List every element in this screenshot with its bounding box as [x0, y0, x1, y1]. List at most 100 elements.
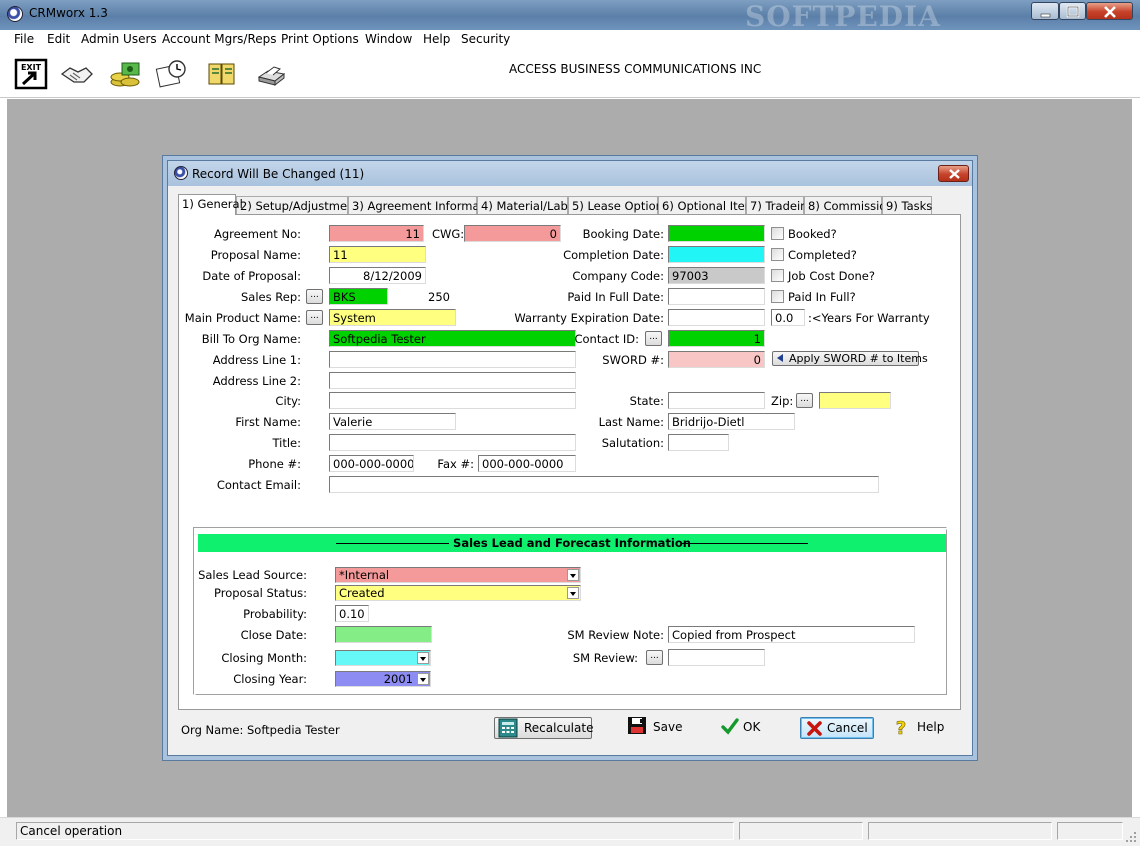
tab-optional-items[interactable]: 6) Optional Items: [658, 196, 762, 214]
help-button[interactable]: ? Help: [893, 717, 945, 739]
warranty-years-field[interactable]: 0.0: [771, 309, 805, 326]
tab-tradein[interactable]: 7) Tradein: [746, 196, 807, 214]
cwg-label: CWG:: [432, 227, 465, 241]
ok-button[interactable]: OK: [720, 717, 770, 739]
sword-field[interactable]: 0: [668, 351, 765, 368]
chevron-down-icon[interactable]: [567, 587, 579, 599]
printer-icon[interactable]: [254, 58, 288, 90]
help-label: Help: [917, 720, 945, 734]
completed-label: Completed?: [788, 248, 857, 262]
zip-lookup-button[interactable]: ...: [796, 393, 813, 408]
sales-rep-field[interactable]: BKS: [329, 288, 388, 305]
proposal-name-field[interactable]: 11: [329, 246, 426, 263]
dialog-close-button[interactable]: [938, 165, 969, 182]
tab-tasks[interactable]: 9) Tasks: [882, 196, 932, 214]
booked-checkbox[interactable]: [771, 227, 784, 240]
arrow-left-icon: [777, 354, 783, 362]
paid-in-full-label: Paid In Full?: [788, 290, 856, 304]
sm-review-lookup-button[interactable]: ...: [646, 650, 663, 665]
save-label: Save: [653, 720, 683, 734]
salutation-field[interactable]: [668, 434, 729, 451]
date-of-proposal-label: Date of Proposal:: [202, 269, 301, 283]
sales-rep-lookup-button[interactable]: ...: [306, 289, 323, 304]
state-field[interactable]: [668, 392, 765, 409]
main-product-field[interactable]: System: [329, 309, 456, 326]
close-button[interactable]: [1086, 2, 1133, 20]
booking-date-field[interactable]: [668, 225, 765, 242]
menu-edit[interactable]: Edit: [47, 32, 70, 46]
tab-material-labor[interactable]: 4) Material/Labor: [477, 196, 580, 214]
recalculate-label: Recalculate: [524, 721, 594, 735]
sword-label: SWORD #:: [602, 353, 664, 367]
menu-window[interactable]: Window: [365, 32, 412, 46]
menu-file[interactable]: File: [14, 32, 34, 46]
warranty-expiration-label: Warranty Expiration Date:: [514, 311, 664, 325]
closing-month-select[interactable]: [335, 650, 431, 666]
tab-setup-adjustments[interactable]: 2) Setup/Adjustments: [236, 196, 365, 214]
main-product-lookup-button[interactable]: ...: [306, 310, 323, 325]
dialog-title-bar[interactable]: Record Will Be Changed (11): [168, 161, 972, 186]
menu-help[interactable]: Help: [423, 32, 450, 46]
paid-in-full-date-field[interactable]: [668, 288, 765, 305]
closing-month-label: Closing Month:: [221, 651, 307, 665]
warranty-expiration-field[interactable]: [668, 309, 765, 326]
status-panel-4: [1057, 822, 1123, 840]
close-date-field[interactable]: [335, 626, 432, 643]
phone-field[interactable]: 000-000-0000: [329, 455, 414, 472]
resize-grip-icon: [1126, 832, 1136, 842]
tab-general[interactable]: 1) General: [178, 194, 243, 215]
title-bar[interactable]: CRMworx 1.3 SOFTPEDIA: [0, 0, 1140, 33]
money-icon[interactable]: [108, 58, 142, 90]
cancel-button[interactable]: Cancel: [800, 717, 874, 739]
minimize-icon: [1040, 13, 1051, 18]
job-cost-done-checkbox[interactable]: [771, 269, 784, 282]
paid-in-full-checkbox[interactable]: [771, 290, 784, 303]
probability-field[interactable]: 0.10: [335, 605, 369, 622]
lead-source-label: Sales Lead Source:: [198, 568, 307, 582]
tab-lease-options[interactable]: 5) Lease Options: [568, 196, 669, 214]
last-name-field[interactable]: Bridrijo-Dietl: [668, 413, 795, 430]
proposal-status-select[interactable]: Created: [335, 585, 581, 601]
closing-year-select[interactable]: 2001: [335, 671, 431, 687]
menu-admin-users[interactable]: Admin Users: [81, 32, 157, 46]
contact-id-field[interactable]: 1: [668, 330, 765, 347]
sm-review-note-field[interactable]: Copied from Prospect: [668, 626, 915, 643]
tab-agreement-information[interactable]: 3) Agreement Information: [348, 196, 502, 214]
minimize-button[interactable]: [1031, 2, 1059, 20]
maximize-button[interactable]: [1059, 2, 1086, 20]
job-cost-done-label: Job Cost Done?: [788, 269, 875, 283]
fax-field[interactable]: 000-000-0000: [478, 455, 576, 472]
dialog-title: Record Will Be Changed (11): [192, 167, 365, 181]
completion-date-label: Completion Date:: [563, 248, 664, 262]
apply-sword-button[interactable]: Apply SWORD # to Items: [772, 351, 928, 366]
tab-commission[interactable]: 8) Commission: [804, 196, 894, 214]
apply-sword-label: Apply SWORD # to Items: [789, 352, 928, 365]
sm-review-field[interactable]: [668, 649, 765, 666]
chevron-down-icon[interactable]: [417, 652, 429, 664]
contact-email-field[interactable]: [329, 476, 879, 493]
first-name-field[interactable]: Valerie: [329, 413, 456, 430]
recalculate-button[interactable]: Recalculate: [494, 717, 594, 739]
contact-id-lookup-button[interactable]: ...: [645, 331, 662, 346]
exit-icon[interactable]: EXIT: [14, 58, 48, 90]
date-of-proposal-field[interactable]: 8/12/2009: [329, 267, 426, 284]
menu-security[interactable]: Security: [461, 32, 510, 46]
calendar-clock-icon[interactable]: [155, 58, 189, 90]
chevron-down-icon[interactable]: [417, 673, 429, 685]
agreement-no-field[interactable]: 11: [329, 225, 424, 242]
lead-source-select[interactable]: *Internal: [335, 567, 581, 583]
address-book-icon[interactable]: [205, 58, 239, 90]
zip-field[interactable]: [819, 392, 891, 409]
chevron-down-icon[interactable]: [567, 569, 579, 581]
app-icon[interactable]: [7, 6, 23, 22]
closing-year-label: Closing Year:: [233, 672, 307, 686]
completion-date-field[interactable]: [668, 246, 765, 263]
handshake-icon[interactable]: [60, 58, 94, 90]
address-line-2-field[interactable]: [329, 372, 576, 389]
menu-print-options[interactable]: Print Options: [281, 32, 359, 46]
company-code-field[interactable]: 97003: [668, 267, 765, 284]
status-panel-2: [739, 822, 863, 840]
menu-account-mgrs[interactable]: Account Mgrs/Reps: [162, 32, 277, 46]
completed-checkbox[interactable]: [771, 248, 784, 261]
save-button[interactable]: Save: [626, 717, 686, 739]
